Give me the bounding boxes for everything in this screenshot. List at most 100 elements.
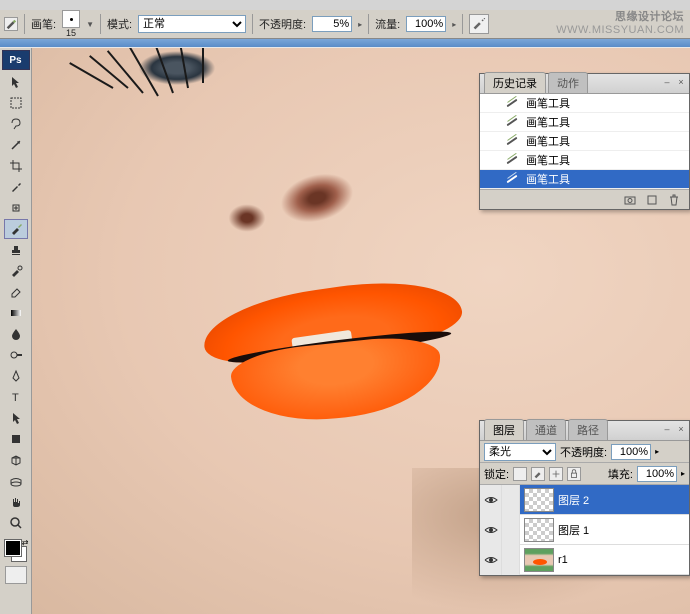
panel-tabs: 图层 通道 路径 – × (480, 421, 689, 441)
lock-all-icon[interactable] (567, 467, 581, 481)
tool-preset-picker[interactable] (4, 17, 18, 31)
layer-thumbnail[interactable] (524, 488, 554, 512)
history-list: 画笔工具画笔工具画笔工具画笔工具画笔工具 (480, 94, 689, 189)
minimize-icon[interactable]: – (661, 423, 673, 435)
blur-tool[interactable] (4, 324, 28, 344)
chevron-down-icon[interactable]: ▸ (358, 20, 362, 29)
dodge-tool[interactable] (4, 345, 28, 365)
history-item-label: 画笔工具 (526, 152, 570, 168)
brush-size: 15 (66, 28, 76, 38)
layer-options-row: 柔光 不透明度: ▸ (480, 441, 689, 463)
layer-opacity-input[interactable] (611, 444, 651, 460)
type-tool[interactable]: T (4, 387, 28, 407)
tab-layers[interactable]: 图层 (484, 419, 524, 440)
foreground-color[interactable] (5, 540, 21, 556)
fill-input[interactable] (637, 466, 677, 482)
brush-icon (504, 153, 520, 167)
mode-label: 模式: (107, 16, 132, 32)
layer-row[interactable]: 图层 1 (480, 515, 689, 545)
history-panel: 历史记录 动作 – × 画笔工具画笔工具画笔工具画笔工具画笔工具 (479, 73, 690, 210)
ps-logo: Ps (2, 50, 30, 70)
trash-icon[interactable] (667, 193, 681, 207)
watermark-url: WWW.MISSYUAN.COM (556, 24, 684, 36)
watermark-title: 思缘设计论坛 (615, 11, 684, 23)
history-item[interactable]: 画笔工具 (480, 132, 689, 151)
tab-history[interactable]: 历史记录 (484, 72, 546, 93)
close-icon[interactable]: × (675, 423, 687, 435)
chevron-down-icon[interactable]: ▸ (681, 469, 685, 478)
layer-thumbnail[interactable] (524, 548, 554, 572)
flow-input[interactable] (406, 16, 446, 32)
snapshot-icon[interactable] (623, 193, 637, 207)
link-cell (502, 485, 520, 515)
minimize-icon[interactable]: – (661, 76, 673, 88)
layer-opacity-label: 不透明度: (560, 444, 607, 460)
pen-tool[interactable] (4, 366, 28, 386)
layer-blend-select[interactable]: 柔光 (484, 443, 556, 461)
document-tab-well (0, 39, 690, 47)
chevron-down-icon[interactable]: ▸ (452, 20, 456, 29)
tab-paths[interactable]: 路径 (568, 419, 608, 440)
shape-tool[interactable] (4, 429, 28, 449)
airbrush-toggle[interactable] (469, 14, 489, 34)
gradient-tool[interactable] (4, 303, 28, 323)
tab-actions[interactable]: 动作 (548, 72, 588, 93)
history-item[interactable]: 画笔工具 (480, 170, 689, 189)
chevron-down-icon[interactable]: ▼ (86, 20, 94, 29)
layer-thumbnail[interactable] (524, 518, 554, 542)
history-brush-tool[interactable] (4, 261, 28, 281)
layer-row[interactable]: 图层 2 (480, 485, 689, 515)
zoom-tool[interactable] (4, 513, 28, 533)
layer-row[interactable]: r1 (480, 545, 689, 575)
close-icon[interactable]: × (675, 76, 687, 88)
layer-name: 图层 1 (558, 522, 589, 538)
wand-tool[interactable] (4, 135, 28, 155)
brush-icon (504, 134, 520, 148)
opacity-input[interactable] (312, 16, 352, 32)
quickmask-toggle[interactable] (5, 566, 27, 584)
swap-colors-icon[interactable]: ⇄ (22, 538, 29, 547)
3d-tool[interactable] (4, 450, 28, 470)
lock-label: 锁定: (484, 466, 509, 482)
brush-icon (504, 115, 520, 129)
move-tool[interactable] (4, 72, 28, 92)
eyedropper-tool[interactable] (4, 177, 28, 197)
eraser-tool[interactable] (4, 282, 28, 302)
path-select-tool[interactable] (4, 408, 28, 428)
layers-panel: 图层 通道 路径 – × 柔光 不透明度: ▸ 锁定: 填充: ▸ 图层 2 图层… (479, 420, 690, 576)
stamp-tool[interactable] (4, 240, 28, 260)
history-item[interactable]: 画笔工具 (480, 94, 689, 113)
brush-tool[interactable] (4, 219, 28, 239)
fill-label: 填充: (608, 466, 633, 482)
blend-mode-select[interactable]: 正常 (138, 15, 246, 33)
lock-pixels-icon[interactable] (531, 467, 545, 481)
lock-transparent-icon[interactable] (513, 467, 527, 481)
healing-tool[interactable] (4, 198, 28, 218)
opacity-label: 不透明度: (259, 16, 306, 32)
lasso-tool[interactable] (4, 114, 28, 134)
hand-tool[interactable] (4, 492, 28, 512)
tab-channels[interactable]: 通道 (526, 419, 566, 440)
watermark: 思缘设计论坛 WWW.MISSYUAN.COM (556, 8, 684, 36)
panel-tabs: 历史记录 动作 – × (480, 74, 689, 94)
history-item-label: 画笔工具 (526, 133, 570, 149)
new-state-icon[interactable] (645, 193, 659, 207)
chevron-down-icon[interactable]: ▸ (655, 447, 659, 456)
svg-text:T: T (12, 392, 19, 404)
history-item-label: 画笔工具 (526, 114, 570, 130)
crop-tool[interactable] (4, 156, 28, 176)
history-item-label: 画笔工具 (526, 171, 570, 187)
marquee-tool[interactable] (4, 93, 28, 113)
brush-preset-picker[interactable]: 15 (62, 10, 80, 38)
lock-position-icon[interactable] (549, 467, 563, 481)
color-swatches[interactable]: ⇄ (3, 538, 29, 564)
history-item[interactable]: 画笔工具 (480, 113, 689, 132)
link-cell (502, 515, 520, 545)
visibility-toggle[interactable] (480, 515, 502, 545)
brush-label: 画笔: (31, 16, 56, 32)
history-item[interactable]: 画笔工具 (480, 151, 689, 170)
history-item-label: 画笔工具 (526, 95, 570, 111)
visibility-toggle[interactable] (480, 485, 502, 515)
camera-tool[interactable] (4, 471, 28, 491)
visibility-toggle[interactable] (480, 545, 502, 575)
